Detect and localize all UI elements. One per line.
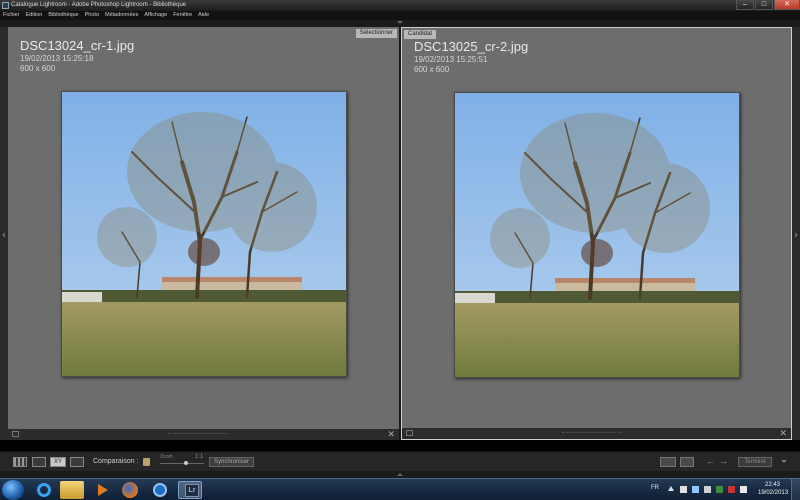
next-arrow-icon[interactable]: →: [719, 456, 728, 467]
collapse-top-arrow-icon[interactable]: [397, 21, 403, 24]
language-indicator[interactable]: FR: [651, 485, 659, 491]
expand-filmstrip-arrow-icon[interactable]: [397, 473, 403, 476]
close-candidate-button[interactable]: ✕: [779, 428, 787, 439]
bottom-toolbar: XY Comparaison : Zoom 1:1 Synchroniser ←…: [0, 451, 800, 471]
zoom-slider[interactable]: [160, 461, 204, 465]
candidate-datetime: 19/02/2013 15:25:51: [414, 55, 488, 64]
previous-arrow-icon[interactable]: ←: [706, 456, 715, 467]
menu-fenetre[interactable]: Fenêtre: [170, 11, 195, 20]
menu-affichage[interactable]: Affichage: [141, 11, 170, 20]
zoom-ratio-stepper[interactable]: 1:1: [195, 454, 203, 460]
loupe-view-icon[interactable]: [32, 457, 46, 467]
survey-view-icon[interactable]: [70, 457, 84, 467]
make-select-icon[interactable]: [680, 457, 694, 467]
maximize-button[interactable]: □: [755, 0, 773, 10]
filmstrip-toggle-strip[interactable]: [0, 471, 800, 478]
file-explorer-icon[interactable]: [60, 481, 84, 499]
clock-time[interactable]: 22:43: [765, 482, 780, 489]
media-player-icon[interactable]: [90, 481, 114, 499]
comparison-label: Comparaison :: [93, 458, 139, 465]
synchronize-button[interactable]: Synchroniser: [209, 457, 255, 467]
candidate-tag: Candidat: [404, 30, 437, 39]
menu-fichier[interactable]: Fichier: [0, 11, 23, 20]
tree-landscape-photo: [455, 93, 739, 377]
menu-bar: Fichier Edition Bibliothèque Photo Métad…: [0, 11, 800, 20]
tree-landscape-photo: [62, 92, 346, 376]
swap-icon[interactable]: [660, 457, 676, 467]
info-overlay-icon[interactable]: [406, 430, 413, 436]
select-datetime: 19/02/2013 15:25:18: [20, 54, 94, 63]
select-tag: Sélectionner: [355, 29, 397, 38]
select-photo[interactable]: [61, 91, 347, 377]
compare-view-icon[interactable]: XY: [50, 457, 66, 467]
candidate-photo[interactable]: [454, 92, 740, 378]
zoom-label: Zoom: [160, 454, 173, 460]
grid-view-icon[interactable]: [13, 457, 27, 467]
menu-metadonnees[interactable]: Métadonnées: [102, 11, 141, 20]
menu-edition[interactable]: Edition: [23, 11, 46, 20]
compare-pane-select[interactable]: Sélectionner DSC13024_cr-1.jpg 19/02/201…: [8, 27, 399, 440]
start-button[interactable]: [2, 480, 24, 500]
select-pane-footer: ✕: [8, 429, 399, 440]
left-panel-toggle-strip[interactable]: [0, 27, 8, 440]
pane-footer-separator: [562, 432, 622, 434]
tray-app-icon[interactable]: [728, 486, 735, 493]
select-filename: DSC13024_cr-1.jpg: [20, 38, 135, 53]
menu-aide[interactable]: Aide: [195, 11, 212, 20]
close-window-button[interactable]: ✕: [774, 0, 800, 10]
candidate-filename: DSC13025_cr-2.jpg: [414, 39, 529, 54]
top-panel-toggle-strip[interactable]: [0, 20, 800, 27]
tray-app-icon[interactable]: [740, 486, 747, 493]
tray-app-icon[interactable]: [716, 486, 723, 493]
candidate-dimensions: 600 x 600: [414, 65, 450, 74]
zoom-slider-knob[interactable]: [184, 461, 188, 465]
done-button[interactable]: Terminé: [738, 457, 772, 467]
lightroom-app-icon: [2, 2, 9, 9]
firefox-icon[interactable]: [118, 481, 142, 499]
toolbar-options-dropdown-icon[interactable]: [781, 460, 787, 463]
flag-icon[interactable]: [680, 486, 687, 493]
lightroom-taskbar-button[interactable]: Lr: [178, 481, 202, 499]
candidate-pane-footer: ✕: [402, 428, 791, 439]
windows-taskbar: Lr FR 22:43 19/02/2013: [0, 478, 800, 500]
pane-footer-separator: [168, 433, 228, 435]
lightroom-window: Catalogue Lightroom - Adobe Photoshop Li…: [0, 0, 800, 500]
lightroom-taskbar-icon: Lr: [185, 484, 199, 497]
menu-photo[interactable]: Photo: [82, 11, 102, 20]
lock-icon[interactable]: [143, 458, 150, 466]
minimize-button[interactable]: –: [736, 0, 754, 10]
window-controls: – □ ✕: [735, 0, 800, 11]
select-dimensions: 600 x 600: [20, 64, 56, 73]
internet-explorer-icon[interactable]: [32, 481, 56, 499]
compare-pane-candidate[interactable]: Candidat DSC13025_cr-2.jpg 19/02/2013 15…: [401, 27, 792, 440]
window-title: Catalogue Lightroom - Adobe Photoshop Li…: [11, 2, 187, 8]
expand-left-arrow-icon[interactable]: [2, 232, 5, 238]
show-desktop-button[interactable]: [791, 479, 800, 500]
show-hidden-icons-icon[interactable]: [668, 486, 674, 491]
taskbar-app-icon[interactable]: [148, 481, 172, 499]
right-panel-toggle-strip[interactable]: [792, 27, 800, 440]
clock-date[interactable]: 19/02/2013: [758, 490, 788, 497]
title-bar: Catalogue Lightroom - Adobe Photoshop Li…: [0, 0, 800, 11]
volume-icon[interactable]: [704, 486, 711, 493]
menu-bibliotheque[interactable]: Bibliothèque: [45, 11, 81, 20]
network-icon[interactable]: [692, 486, 699, 493]
expand-right-arrow-icon[interactable]: [795, 232, 798, 238]
info-overlay-icon[interactable]: [12, 431, 19, 437]
close-select-button[interactable]: ✕: [387, 429, 395, 440]
